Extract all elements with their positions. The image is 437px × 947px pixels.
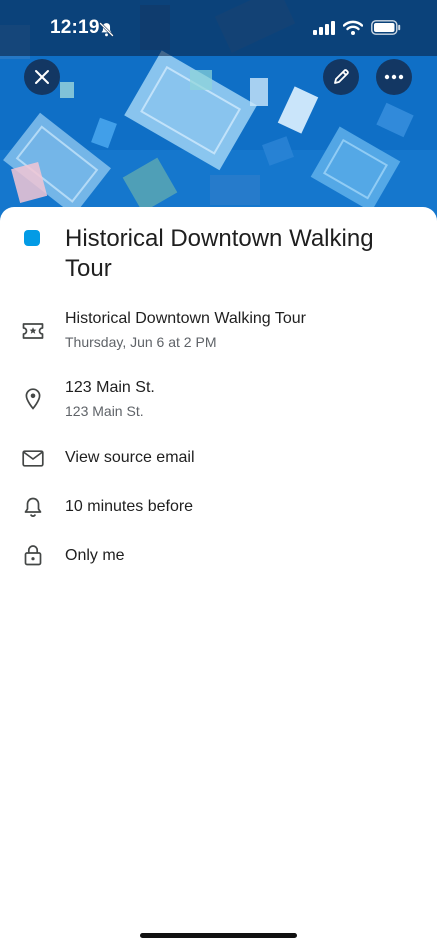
wifi-icon	[343, 20, 363, 35]
bell-slash-icon	[99, 22, 114, 37]
location-pin-icon	[22, 388, 44, 410]
battery-icon	[371, 20, 401, 35]
close-button[interactable]	[24, 59, 60, 95]
mail-icon	[22, 447, 44, 469]
header-banner: 12:19	[0, 0, 437, 222]
status-bar: 12:19	[0, 0, 437, 56]
view-source-email-link[interactable]: View source email	[65, 449, 195, 467]
reminder-text[interactable]: 10 minutes before	[65, 498, 193, 516]
event-color-chip	[24, 230, 40, 246]
location-name[interactable]: 123 Main St.	[65, 379, 155, 397]
close-icon	[35, 70, 49, 84]
ticket-title: Historical Downtown Walking Tour	[65, 310, 306, 327]
home-indicator	[140, 933, 297, 938]
status-time: 12:19	[50, 17, 100, 38]
location-address: 123 Main St.	[65, 403, 144, 419]
edit-button[interactable]	[323, 59, 359, 95]
event-title: Historical Downtown Walking Tour	[65, 225, 374, 282]
more-horizontal-icon	[384, 74, 404, 80]
ticket-icon	[22, 320, 44, 342]
event-datetime: Thursday, Jun 6 at 2 PM	[65, 334, 217, 350]
more-options-button[interactable]	[376, 59, 412, 95]
cellular-signal-icon	[313, 20, 335, 35]
lock-icon	[22, 544, 44, 566]
pencil-icon	[334, 69, 349, 84]
bell-icon	[22, 496, 44, 518]
visibility-text: Only me	[65, 547, 125, 564]
